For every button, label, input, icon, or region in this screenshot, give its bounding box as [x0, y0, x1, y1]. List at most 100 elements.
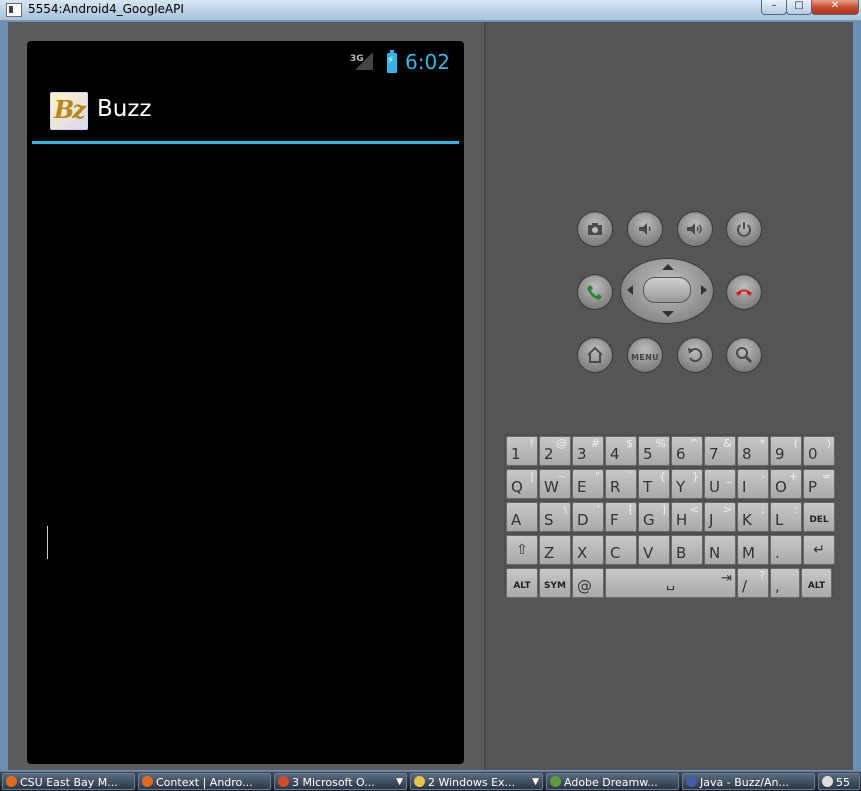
key-s[interactable]: S \ [539, 502, 571, 532]
key-g[interactable]: G] [638, 502, 670, 532]
taskbar-app-icon [550, 776, 561, 787]
dpad[interactable] [620, 258, 714, 324]
taskbar-item[interactable]: 2 Windows Ex... ▼ [410, 773, 543, 790]
key-label: K [742, 511, 752, 529]
volume-down-button[interactable] [627, 211, 663, 247]
key-b[interactable]: B [671, 535, 703, 565]
search-button[interactable] [726, 337, 762, 373]
key-u[interactable]: U _ [704, 469, 736, 499]
key-a[interactable]: A [506, 502, 538, 532]
key-o[interactable]: O + [770, 469, 802, 499]
key-r[interactable]: R ` [605, 469, 637, 499]
key-d[interactable]: D ' [572, 502, 604, 532]
power-button[interactable] [726, 211, 762, 247]
taskbar-item-label: 55 [836, 776, 850, 789]
key-alt-left[interactable]: ALT [506, 568, 538, 598]
end-call-button[interactable] [726, 274, 762, 310]
key-enter[interactable]: ↵ [803, 535, 835, 565]
phone-end-icon [736, 289, 752, 296]
dpad-up-arrow-icon[interactable] [662, 264, 674, 270]
key-3[interactable]: 3 # [572, 436, 604, 466]
key-l[interactable]: L: [770, 502, 802, 532]
key-comma[interactable]: , [770, 568, 800, 598]
key-shift[interactable]: ⇧ [506, 535, 538, 565]
home-button[interactable] [577, 337, 613, 373]
taskbar-item[interactable]: Adobe Dreamw... [546, 773, 679, 790]
device-screen[interactable]: 3G 6:02 Bz Buzz [27, 41, 464, 764]
key-1[interactable]: 1! [506, 436, 538, 466]
key-sym[interactable]: SYM [539, 568, 571, 598]
taskbar-item[interactable]: 3 Microsoft O... ▼ [274, 773, 407, 790]
key-0[interactable]: 0) [803, 436, 835, 466]
key-alt-label: ( [793, 437, 798, 450]
key-label: T [643, 478, 653, 496]
key-z[interactable]: Z [539, 535, 571, 565]
key-c[interactable]: C [605, 535, 637, 565]
key-alt-label: ] [661, 503, 666, 516]
close-button[interactable]: ✕ [811, 0, 859, 15]
key-space[interactable]: ␣ ⇥ [605, 568, 736, 598]
key-label: / [742, 577, 748, 595]
key-q[interactable]: Q | [506, 469, 538, 499]
key-label: P [808, 478, 818, 496]
key-del[interactable]: DEL [803, 502, 835, 532]
menu-button[interactable]: MENU [627, 337, 663, 373]
key-8[interactable]: 8 * [737, 436, 769, 466]
key-alt-label: } [692, 470, 699, 483]
minimize-button[interactable]: – [761, 0, 787, 15]
volume-up-button[interactable] [677, 211, 713, 247]
key-v[interactable]: V [638, 535, 670, 565]
dpad-center-button[interactable] [643, 277, 691, 303]
key-alt-label: @ [556, 437, 567, 450]
key-n[interactable]: N [704, 535, 736, 565]
key-t[interactable]: T{ [638, 469, 670, 499]
title-bar[interactable]: 5554:Android4_GoogleAPI – □ ✕ [0, 0, 861, 21]
key-k[interactable]: K; [737, 502, 769, 532]
signal-icon [355, 52, 373, 70]
key-alt-label: - [761, 470, 765, 483]
status-clock: 6:02 [405, 50, 450, 74]
key-i[interactable]: I- [737, 469, 769, 499]
dpad-left-arrow-icon[interactable] [627, 285, 633, 295]
key-4[interactable]: 4 $ [605, 436, 637, 466]
key-7[interactable]: 7 & [704, 436, 736, 466]
camera-icon [588, 223, 602, 235]
app-logo-icon[interactable]: Bz [50, 92, 88, 130]
volume-up-icon [687, 223, 702, 235]
key-label: H [676, 511, 688, 529]
dpad-right-arrow-icon[interactable] [701, 285, 707, 295]
key-slash[interactable]: /? [737, 568, 769, 598]
taskbar-item[interactable]: 55 [818, 773, 860, 790]
key-2[interactable]: 2 @ [539, 436, 571, 466]
key-tab-label: ⇥ [721, 571, 732, 586]
key-e[interactable]: E " [572, 469, 604, 499]
key-h[interactable]: H < [671, 502, 703, 532]
taskbar-item[interactable]: CSU East Bay M... [2, 773, 135, 790]
key-5[interactable]: 5% [638, 436, 670, 466]
key-at[interactable]: @ [572, 568, 604, 598]
emulator-client: 3G 6:02 Bz Buzz [8, 22, 853, 770]
key-j[interactable]: J > [704, 502, 736, 532]
key-9[interactable]: 9( [770, 436, 802, 466]
menu-button-label: MENU [631, 353, 659, 362]
key-alt-right[interactable]: ALT [801, 568, 832, 598]
key-.[interactable]: . [770, 535, 802, 565]
maximize-button[interactable]: □ [786, 0, 812, 15]
key-x[interactable]: X [572, 535, 604, 565]
key-m[interactable]: M [737, 535, 769, 565]
key-alt-label: ? [759, 569, 765, 582]
camera-button[interactable] [577, 211, 613, 247]
back-button[interactable] [677, 337, 713, 373]
call-button[interactable] [577, 274, 613, 310]
taskbar-item[interactable]: Java - Buzz/An... [682, 773, 815, 790]
battery-icon [387, 50, 397, 73]
key-y[interactable]: Y} [671, 469, 703, 499]
key-f[interactable]: F[ [605, 502, 637, 532]
key-label: D [577, 511, 589, 529]
dpad-down-arrow-icon[interactable] [662, 311, 674, 317]
key-label: 8 [742, 445, 752, 463]
key-p[interactable]: P = [803, 469, 835, 499]
taskbar-item[interactable]: Context | Andro... [138, 773, 271, 790]
key-w[interactable]: W ~ [539, 469, 571, 499]
key-6[interactable]: 6 ^ [671, 436, 703, 466]
